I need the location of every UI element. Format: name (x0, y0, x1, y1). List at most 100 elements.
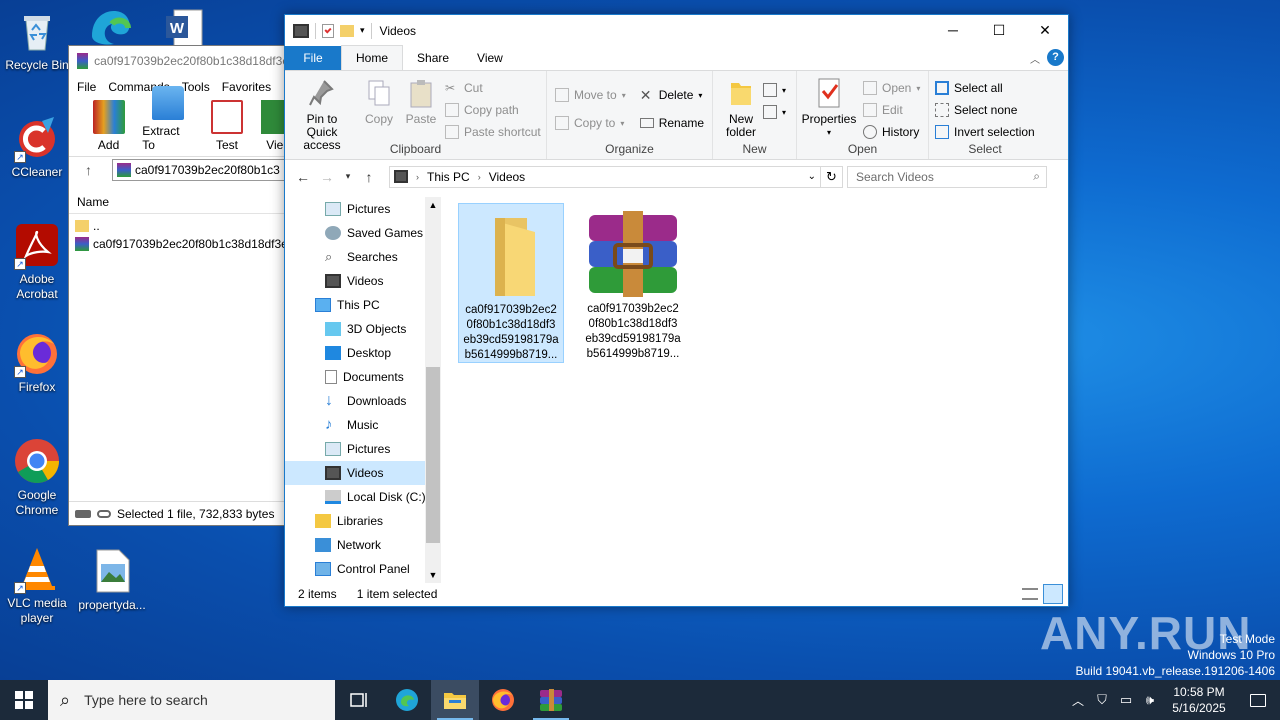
show-hidden-icons-chevron-icon[interactable]: ︿ (1066, 692, 1090, 709)
tab-share[interactable]: Share (403, 46, 463, 70)
taskbar-search-box[interactable]: ⌕ Type here to search (48, 680, 335, 720)
desktop-icon-recycle-bin[interactable]: Recycle Bin (0, 8, 74, 73)
open-button[interactable]: Open ▾ (863, 77, 920, 99)
nav-item-control-panel[interactable]: Control Panel (285, 557, 425, 581)
nav-item-downloads[interactable]: ↓ Downloads (285, 389, 425, 413)
desktop-icon-adobe-acrobat[interactable]: ↗ Adobe Acrobat (0, 222, 74, 302)
desktop-icon-property-file[interactable]: propertyda... (75, 548, 149, 613)
file-item-folder[interactable]: ca0f917039b2ec2 0f80b1c38d18df3 eb39cd59… (458, 203, 564, 363)
winrar-path-field[interactable]: ca0f917039b2ec20f80b1c3 (112, 158, 289, 181)
action-center-icon[interactable] (1236, 693, 1280, 707)
taskbar-firefox[interactable] (479, 680, 527, 720)
new-item-button[interactable]: ▾ (763, 79, 786, 101)
tab-view[interactable]: View (463, 46, 517, 70)
nav-item-searches[interactable]: ⌕ Searches (285, 245, 425, 269)
customize-qa-dropdown-icon[interactable]: ▾ (360, 25, 365, 36)
nav-item-saved-games[interactable]: Saved Games (285, 221, 425, 245)
edge-desktop-icon[interactable] (88, 6, 134, 46)
defender-icon[interactable]: ⛉ (1090, 692, 1114, 708)
rename-button[interactable]: Rename (639, 109, 704, 137)
minimize-button[interactable]: ─ (930, 15, 976, 45)
nav-item-videos-pc[interactable]: Videos (285, 461, 425, 485)
tab-file[interactable]: File (285, 46, 341, 70)
search-box[interactable]: Search Videos ⌕ (847, 165, 1047, 188)
large-icons-view-icon[interactable] (1043, 584, 1063, 604)
taskbar-winrar[interactable] (527, 680, 575, 720)
new-folder-button[interactable]: New folder (723, 75, 759, 139)
nav-item-pictures[interactable]: Pictures (285, 197, 425, 221)
scrollbar-thumb[interactable] (426, 367, 440, 543)
explorer-titlebar[interactable]: ▾ Videos ─ ☐ ✕ (285, 15, 1068, 46)
column-name-header[interactable]: Name (77, 195, 109, 209)
close-button[interactable]: ✕ (1022, 15, 1068, 45)
list-item[interactable]: .. (69, 217, 289, 235)
copy-path-button[interactable]: Copy path (445, 99, 541, 121)
select-all-button[interactable]: Select all (935, 77, 1037, 99)
start-button[interactable] (0, 680, 48, 720)
pin-quick-access-button[interactable]: Pin to Quick access (289, 75, 355, 152)
paste-shortcut-button[interactable]: Paste shortcut (445, 121, 541, 143)
nav-scrollbar[interactable]: ▲ ▼ (425, 197, 441, 583)
network-tray-icon[interactable]: ▭ (1114, 692, 1138, 708)
details-view-icon[interactable] (1022, 588, 1038, 600)
file-item-archive[interactable]: ca0f917039b2ec2 0f80b1c38d18df3 eb39cd59… (580, 203, 686, 363)
properties-qa-icon[interactable] (322, 23, 334, 38)
copy-to-button[interactable]: Copy to ▾ (555, 109, 626, 137)
extract-to-button[interactable]: Extract To (142, 86, 193, 152)
nav-item-libraries[interactable]: Libraries (285, 509, 425, 533)
taskbar-file-explorer[interactable] (431, 680, 479, 720)
select-none-button[interactable]: Select none (935, 99, 1037, 121)
taskbar-edge[interactable] (383, 680, 431, 720)
nav-item-desktop[interactable]: Desktop (285, 341, 425, 365)
history-button[interactable]: History (863, 121, 920, 143)
back-button[interactable]: ← (291, 169, 315, 185)
delete-button[interactable]: ✕ Delete ▾ (640, 81, 704, 109)
help-icon[interactable]: ? (1047, 49, 1064, 66)
copy-button[interactable]: Copy (361, 75, 397, 152)
cut-button[interactable]: ✂ Cut (445, 77, 541, 99)
nav-item-network[interactable]: Network (285, 533, 425, 557)
move-to-button[interactable]: Move to ▾ (555, 81, 626, 109)
recent-locations-button[interactable]: ▾ (339, 171, 357, 182)
nav-item-local-disk[interactable]: Local Disk (C:) (285, 485, 425, 509)
tab-home[interactable]: Home (341, 45, 404, 70)
scroll-down-arrow-icon[interactable]: ▼ (425, 570, 441, 580)
refresh-button[interactable]: ↻ (821, 165, 843, 188)
up-arrow-icon[interactable]: ↑ (85, 162, 92, 178)
easy-access-button[interactable]: ▾ (763, 101, 786, 123)
test-button[interactable]: Test (201, 100, 252, 152)
nav-item-music[interactable]: ♪ Music (285, 413, 425, 437)
properties-button[interactable]: Properties ▾ (802, 75, 856, 143)
desktop-icon-firefox[interactable]: ↗ Firefox (0, 330, 74, 395)
paste-button[interactable]: Paste (403, 75, 439, 152)
scroll-up-arrow-icon[interactable]: ▲ (425, 197, 441, 210)
up-button[interactable]: ↑ (357, 169, 381, 185)
desktop-icon-vlc[interactable]: ↗ VLC media player (0, 546, 74, 626)
navigation-pane[interactable]: Pictures Saved Games ⌕ Searches Videos Th… (285, 197, 425, 583)
nav-item-this-pc[interactable]: This PC (285, 293, 425, 317)
invert-selection-button[interactable]: Invert selection (935, 121, 1037, 143)
word-desktop-icon[interactable]: W (164, 8, 204, 48)
add-button[interactable]: Add (83, 100, 134, 152)
task-view-button[interactable] (335, 680, 383, 720)
new-folder-qa-icon[interactable] (340, 24, 354, 37)
nav-item-pictures-pc[interactable]: Pictures (285, 437, 425, 461)
maximize-button[interactable]: ☐ (976, 15, 1022, 45)
address-dropdown-icon[interactable]: ⌄ (808, 171, 816, 182)
nav-item-3d-objects[interactable]: 3D Objects (285, 317, 425, 341)
list-item[interactable]: ca0f917039b2ec20f80b1c38d18df3eb (69, 235, 289, 253)
winrar-titlebar[interactable]: ca0f917039b2ec20f80b1c38d18df3e (69, 46, 289, 76)
breadcrumb-this-pc[interactable]: This PC (427, 170, 470, 184)
menu-file[interactable]: File (77, 80, 96, 94)
nav-item-documents[interactable]: Documents (285, 365, 425, 389)
menu-favorites[interactable]: Favorites (222, 80, 271, 94)
forward-button[interactable]: → (315, 169, 339, 185)
explorer-window[interactable]: ▾ Videos ─ ☐ ✕ File Home Share View ︿ ? (284, 14, 1069, 607)
edit-button[interactable]: Edit (863, 99, 920, 121)
winrar-list-header[interactable]: Name (69, 188, 289, 214)
breadcrumb-videos[interactable]: Videos (489, 170, 525, 184)
nav-item-videos[interactable]: Videos (285, 269, 425, 293)
address-bar[interactable]: › This PC › Videos ⌄ (389, 165, 821, 188)
desktop-icon-google-chrome[interactable]: Google Chrome (0, 438, 74, 518)
volume-icon[interactable]: 🕪 (1138, 692, 1162, 708)
